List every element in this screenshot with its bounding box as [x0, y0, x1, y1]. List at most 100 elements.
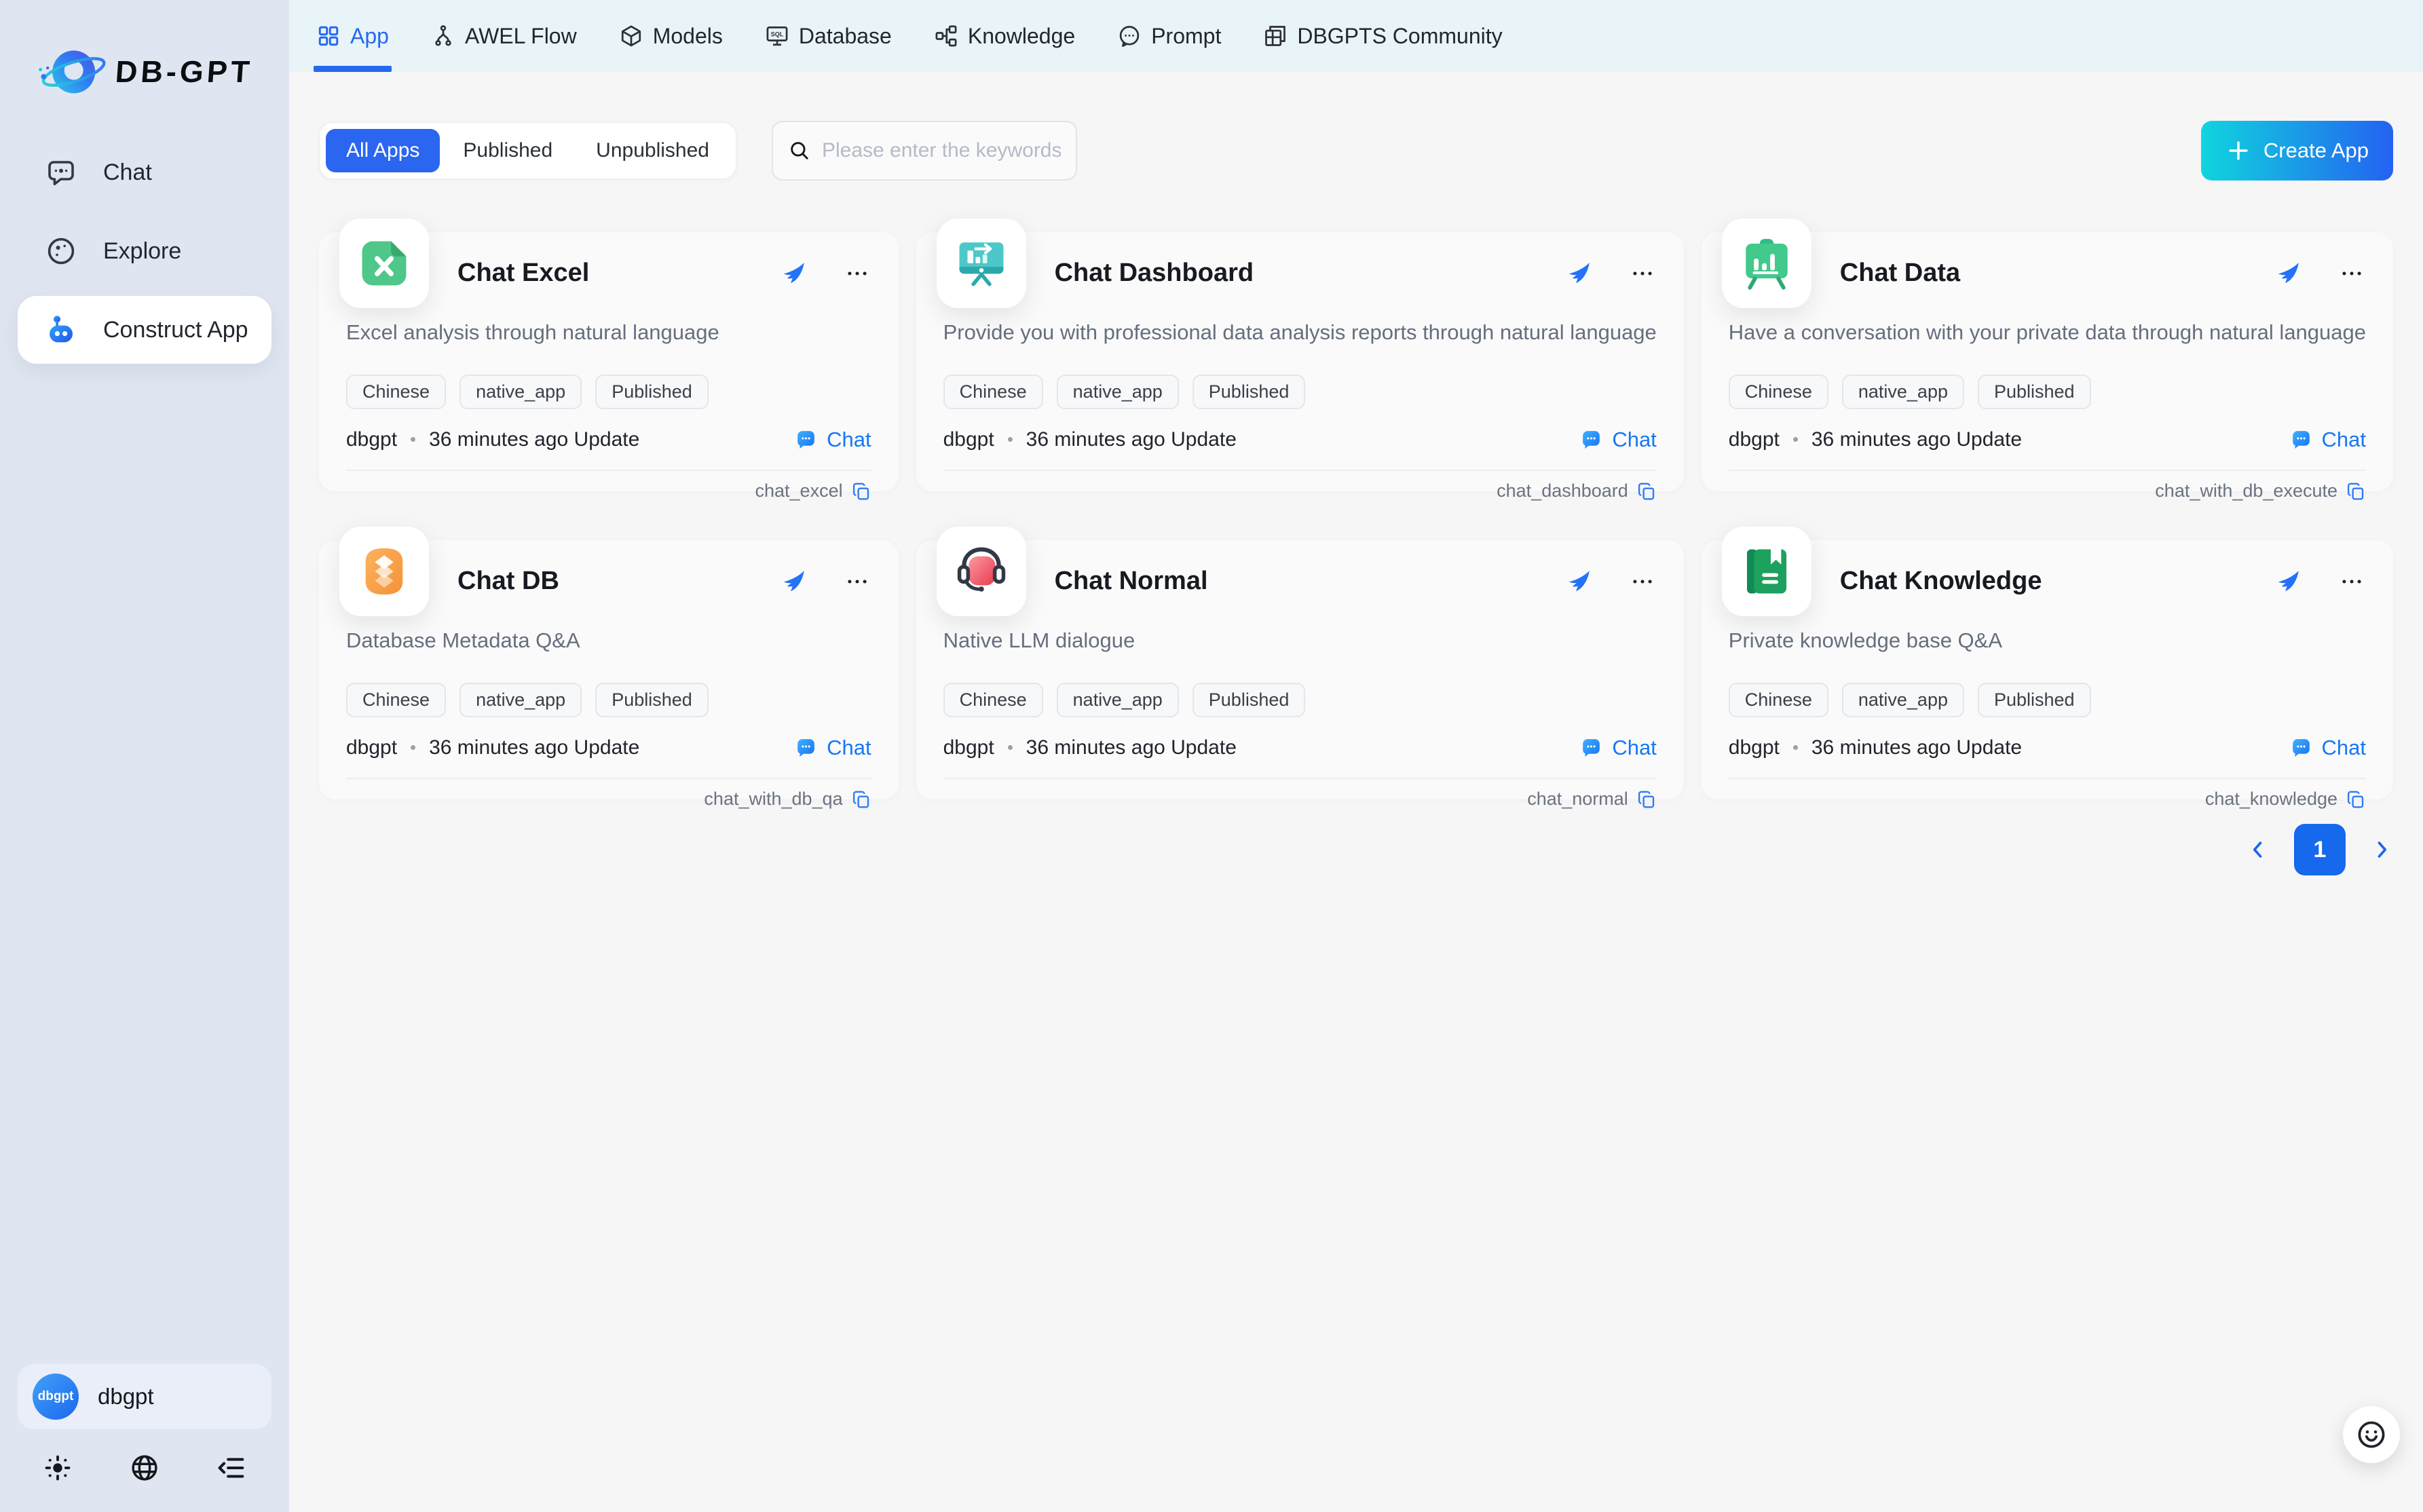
app-description: Have a conversation with your private da…: [1729, 320, 2366, 345]
sql-monitor-icon: SQL: [765, 24, 789, 48]
copy-icon[interactable]: [1636, 789, 1657, 810]
card-meta-row: dbgpt 36 minutes ago Update Chat: [1729, 427, 2366, 452]
chat-bubble-filled-icon: [793, 427, 819, 452]
tab-label: Knowledge: [968, 24, 1075, 49]
chat-link[interactable]: Chat: [2289, 427, 2366, 452]
scene-code: chat_knowledge: [2205, 789, 2337, 810]
dingtalk-share-icon[interactable]: [1566, 261, 1592, 286]
card-meta-row: dbgpt 36 minutes ago Update Chat: [346, 427, 871, 452]
app-card[interactable]: Chat Data Have a conversation with your …: [1702, 232, 2393, 491]
app-description: Database Metadata Q&A: [346, 628, 871, 653]
card-footer: chat_with_db_qa: [346, 789, 871, 810]
tab-models[interactable]: Models: [619, 0, 723, 72]
card-footer: chat_knowledge: [1729, 789, 2366, 810]
dingtalk-share-icon[interactable]: [781, 569, 806, 594]
sitemap-icon: [934, 24, 958, 48]
scene-code: chat_normal: [1527, 789, 1628, 810]
updated-time: 36 minutes ago Update: [1811, 736, 2022, 759]
flow-branch-icon: [431, 24, 455, 48]
page-number-current[interactable]: 1: [2294, 824, 2346, 875]
copy-icon[interactable]: [1636, 481, 1657, 502]
app-card[interactable]: Chat Knowledge Private knowledge base Q&…: [1702, 540, 2393, 799]
app-description: Provide you with professional data analy…: [943, 320, 1657, 345]
tag-published: Published: [1978, 683, 2091, 717]
dot-separator: [411, 437, 415, 442]
chat-link[interactable]: Chat: [793, 427, 871, 452]
chat-bubble-filled-icon: [793, 735, 819, 760]
chat-link[interactable]: Chat: [1579, 427, 1656, 452]
tag-published: Published: [1978, 375, 2091, 409]
sidebar-item-label: Chat: [103, 159, 152, 186]
tab-dbgpts-community[interactable]: DBGPTS Community: [1263, 0, 1502, 72]
copy-icon[interactable]: [2346, 481, 2366, 502]
tab-awel-flow[interactable]: AWEL Flow: [431, 0, 577, 72]
chat-link[interactable]: Chat: [1579, 735, 1656, 760]
card-meta: dbgpt 36 minutes ago Update: [943, 736, 1237, 759]
community-grid-icon: [1263, 24, 1288, 48]
tag-native_app: native_app: [1057, 375, 1179, 409]
more-options-icon[interactable]: [1630, 261, 1655, 286]
tag-chinese: Chinese: [1729, 375, 1828, 409]
app-card[interactable]: Chat Normal Native LLM dialogue Chinesen…: [916, 540, 1684, 799]
chat-link[interactable]: Chat: [793, 735, 871, 760]
card-divider: [346, 778, 871, 779]
tab-app[interactable]: App: [316, 0, 389, 72]
app-description: Excel analysis through natural language: [346, 320, 871, 345]
collapse-sidebar-icon[interactable]: [216, 1452, 247, 1483]
filter-all-apps[interactable]: All Apps: [326, 129, 440, 172]
app-card[interactable]: Chat DB Database Metadata Q&A Chinesenat…: [319, 540, 899, 799]
filter-published[interactable]: Published: [443, 129, 573, 172]
user-chip[interactable]: dbgpt dbgpt: [18, 1364, 271, 1429]
prev-page-button[interactable]: [2247, 838, 2270, 861]
next-page-button[interactable]: [2370, 838, 2393, 861]
card-meta-row: dbgpt 36 minutes ago Update Chat: [943, 427, 1657, 452]
tab-database[interactable]: SQL Database: [765, 0, 892, 72]
feedback-fab[interactable]: [2343, 1406, 2400, 1463]
app-title: Chat DB: [457, 567, 559, 596]
app-card[interactable]: Chat Excel Excel analysis through natura…: [319, 232, 899, 491]
card-actions: [2275, 261, 2365, 286]
chat-bubble-filled-icon: [1579, 427, 1604, 452]
dingtalk-share-icon[interactable]: [2275, 569, 2301, 594]
dingtalk-share-icon[interactable]: [2275, 261, 2301, 286]
language-globe-icon[interactable]: [129, 1452, 160, 1483]
more-options-icon[interactable]: [2339, 261, 2365, 286]
chat-link-label: Chat: [827, 736, 871, 760]
filter-unpublished[interactable]: Unpublished: [576, 129, 730, 172]
create-app-button[interactable]: Create App: [2201, 121, 2393, 181]
search-input[interactable]: [822, 139, 1061, 162]
more-options-icon[interactable]: [1630, 569, 1655, 594]
search-box: [772, 121, 1077, 181]
sidebar-item-explore[interactable]: Explore: [18, 217, 271, 285]
card-footer: chat_with_db_execute: [1729, 480, 2366, 502]
card-divider: [943, 778, 1657, 779]
tab-label: DBGPTS Community: [1297, 24, 1502, 49]
copy-icon[interactable]: [2346, 789, 2366, 810]
sidebar-bottom-icons: [0, 1452, 289, 1512]
dingtalk-share-icon[interactable]: [1566, 569, 1592, 594]
filter-segmented-control: All Apps Published Unpublished: [319, 122, 736, 179]
tag-list: Chinesenative_appPublished: [346, 683, 871, 717]
plus-icon: [2225, 138, 2251, 164]
copy-icon[interactable]: [851, 481, 871, 502]
chat-bubble-filled-icon: [2289, 735, 2314, 760]
app-title: Chat Normal: [1055, 567, 1208, 596]
sidebar-item-chat[interactable]: Chat: [18, 138, 271, 206]
dingtalk-share-icon[interactable]: [781, 261, 806, 286]
owner-name: dbgpt: [346, 428, 397, 451]
sidebar-item-construct-app[interactable]: Construct App: [18, 296, 271, 364]
more-options-icon[interactable]: [2339, 569, 2365, 594]
updated-time: 36 minutes ago Update: [429, 428, 639, 451]
more-options-icon[interactable]: [844, 569, 870, 594]
app-logo: DB-GPT: [33, 34, 289, 110]
tab-knowledge[interactable]: Knowledge: [934, 0, 1075, 72]
tab-prompt[interactable]: Prompt: [1117, 0, 1221, 72]
planet-logo-icon: [33, 34, 109, 110]
main-content: All Apps Published Unpublished Create Ap…: [289, 0, 2423, 875]
theme-sun-icon[interactable]: [42, 1452, 73, 1483]
more-options-icon[interactable]: [844, 261, 870, 286]
chat-link[interactable]: Chat: [2289, 735, 2366, 760]
toolbar: All Apps Published Unpublished Create Ap…: [319, 121, 2393, 181]
copy-icon[interactable]: [851, 789, 871, 810]
app-card[interactable]: Chat Dashboard Provide you with professi…: [916, 232, 1684, 491]
